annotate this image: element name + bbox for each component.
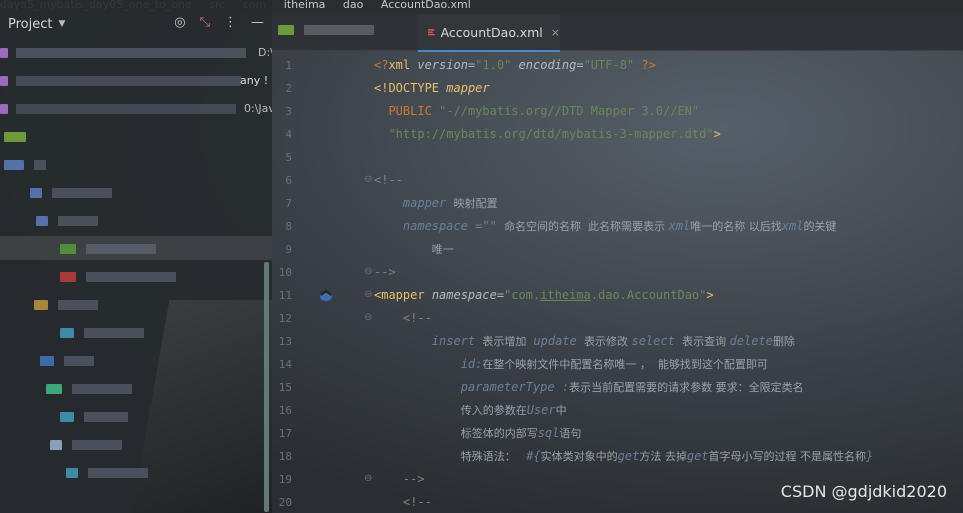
line-number: 19 (278, 473, 292, 486)
tree-item[interactable]: 0:\Jav (0, 102, 272, 116)
line-number: 4 (285, 128, 292, 141)
tree-item[interactable]: any ! (0, 74, 268, 88)
fold-marker-icon[interactable]: ⊖ (364, 312, 372, 323)
project-header: Project ▼ ◎ ⤡ ⋮ — (0, 12, 272, 36)
close-icon[interactable]: × (551, 26, 560, 39)
line-number: 6 (285, 174, 292, 187)
line-number: 16 (278, 404, 292, 417)
tree-item[interactable] (60, 326, 144, 340)
code-line: 传入的参数在User中 (460, 403, 567, 417)
line-number: 10 (278, 266, 292, 279)
line-number: 14 (278, 358, 292, 371)
background-house-shape (130, 300, 272, 513)
tree-item[interactable] (36, 214, 98, 228)
tree-item[interactable] (4, 158, 46, 172)
tree-item[interactable] (30, 186, 112, 200)
line-number: 1 (285, 59, 292, 72)
chevron-down-icon[interactable]: ▼ (58, 19, 65, 29)
code-line: id:在整个映射文件中配置名称唯一 ， 能够找到这个配置即可 (460, 357, 768, 371)
line-number: 9 (285, 243, 292, 256)
code-line: <!DOCTYPE mapper (374, 81, 490, 95)
line-number: 17 (278, 427, 292, 440)
fold-marker-icon[interactable]: ⊖ (364, 473, 372, 484)
code-line: 特殊语法： #{实体类对象中的get方法 去掉get首字母小写的过程 不是属性名… (460, 449, 874, 463)
code-line: "http://mybatis.org/dtd/mybatis-3-mapper… (388, 127, 721, 141)
tree-item[interactable] (50, 438, 122, 452)
scrollbar[interactable] (264, 262, 269, 512)
code-area[interactable]: <?xml version="1.0" encoding="UTF-8" ?> … (374, 50, 873, 509)
tree-item[interactable] (60, 270, 176, 284)
code-line: 唯一 (431, 243, 454, 256)
line-number: 5 (285, 151, 292, 164)
project-panel: Project ▼ ◎ ⤡ ⋮ — D:\ any ! 0:\Jav (0, 0, 272, 513)
code-line: <?xml version="1.0" encoding="UTF-8" ?> (374, 58, 656, 72)
tab-accountdao-xml[interactable]: AccountDao.xml × (418, 14, 560, 52)
tree-item[interactable] (4, 130, 26, 144)
breadcrumb-dao[interactable]: dao (343, 0, 363, 11)
tree-item[interactable] (34, 298, 98, 312)
line-number: 13 (278, 335, 292, 348)
line-number: 8 (285, 220, 292, 233)
line-number: 20 (278, 496, 292, 509)
fold-marker-icon[interactable]: ⊖ (364, 266, 372, 277)
code-line: <!-- (402, 495, 432, 509)
more-vertical-icon[interactable]: ⋮ (224, 15, 237, 30)
code-line: parameterType :表示当前配置需要的请求参数 要求：全限定类名 (460, 380, 804, 394)
tab-blurred[interactable] (278, 22, 408, 42)
tree-item[interactable] (60, 410, 128, 424)
collapse-icon[interactable]: ⤡ (200, 15, 210, 30)
breadcrumb-itheima[interactable]: itheima (284, 0, 326, 11)
tree-item[interactable]: D:\ (0, 46, 272, 60)
code-line: <!-- (374, 173, 403, 187)
code-line: --> (402, 472, 425, 486)
line-number: 7 (285, 197, 292, 210)
code-line: <!-- (402, 311, 432, 325)
minimize-icon[interactable]: — (251, 15, 264, 30)
breadcrumb-file[interactable]: AccountDao.xml (381, 0, 471, 11)
code-line: insert 表示增加 update 表示修改 select 表示查询 dele… (431, 334, 795, 348)
code-line: --> (374, 265, 396, 279)
line-number: 2 (285, 82, 292, 95)
line-number: 3 (285, 105, 292, 118)
editor-tab-bar: AccountDao.xml × (272, 14, 963, 52)
tree-item-text: 0:\Jav (244, 102, 272, 115)
tree-item[interactable] (60, 242, 156, 256)
code-line: namespace ="" 命名空间的名称 此名称需要表示 xml唯一的名称 以… (402, 219, 837, 233)
code-line: 标签体的内部写sql语句 (460, 426, 582, 440)
target-icon[interactable]: ◎ (174, 15, 185, 30)
code-line: <mapper namespace="com.itheima.dao.Accou… (374, 288, 714, 302)
fold-marker-icon[interactable]: ⊖ (364, 289, 372, 300)
tree-item[interactable] (66, 466, 148, 480)
code-line: PUBLIC "-//mybatis.org//DTD Mapper 3.0//… (388, 104, 700, 118)
watermark: CSDN @gdjdkid2020 (780, 482, 947, 501)
code-line: mapper 映射配置 (402, 196, 498, 210)
fold-marker-icon[interactable]: ⊖ (364, 174, 372, 185)
line-number: 11 (278, 289, 292, 302)
project-title[interactable]: Project (8, 17, 52, 32)
xml-file-icon (428, 29, 435, 36)
tree-item[interactable] (46, 382, 132, 396)
line-number: 12 (278, 312, 292, 325)
line-number: 15 (278, 381, 292, 394)
line-number: 18 (278, 450, 292, 463)
mybatis-bean-icon[interactable] (318, 289, 334, 303)
tree-item-text: D:\ (258, 46, 272, 59)
tab-label: AccountDao.xml (440, 24, 543, 40)
code-editor[interactable]: 1 2 3 4 5 6 7 8 9 10 11 12 13 14 15 16 1… (272, 50, 963, 513)
tree-item-text: any ! (240, 74, 269, 87)
tree-item[interactable] (40, 354, 94, 368)
